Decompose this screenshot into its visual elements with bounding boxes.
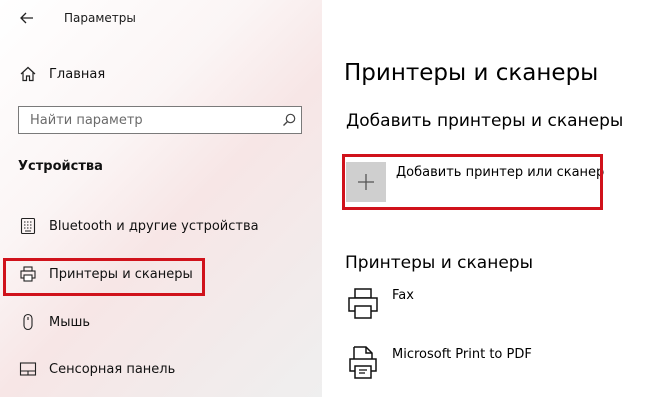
selection-highlight [3, 258, 205, 296]
mouse-icon [18, 312, 38, 332]
home-icon [18, 64, 38, 84]
touchpad-icon [18, 359, 38, 379]
search-input[interactable]: Найти параметр [18, 106, 302, 134]
printer-name[interactable]: Fax [392, 288, 414, 303]
sidebar-item-label: Сенсорная панель [49, 361, 176, 377]
section-title: Устройства [18, 159, 103, 174]
sidebar-item-label: Bluetooth и другие устройства [49, 218, 259, 234]
printer-name[interactable]: Microsoft Print to PDF [392, 347, 532, 362]
printers-section-title: Принтеры и сканеры [345, 253, 533, 273]
keyboard-icon [18, 216, 38, 236]
search-placeholder: Найти параметр [30, 113, 143, 128]
sidebar: Параметры Главная Найти параметр Устройс… [0, 0, 322, 397]
back-arrow-icon[interactable] [16, 7, 38, 29]
sidebar-item-mouse[interactable]: Мышь [0, 305, 322, 339]
add-printer-highlight [342, 154, 603, 210]
sidebar-item-touchpad[interactable]: Сенсорная панель [0, 352, 322, 386]
window-title: Параметры [64, 11, 136, 25]
sidebar-item-bluetooth[interactable]: Bluetooth и другие устройства [0, 209, 322, 243]
sidebar-item-home[interactable]: Главная [0, 57, 322, 91]
sidebar-item-label: Главная [49, 66, 106, 82]
pdf-printer-icon[interactable] [345, 345, 381, 381]
fax-printer-icon[interactable] [345, 286, 381, 322]
sidebar-item-label: Мышь [49, 314, 91, 330]
page-title: Принтеры и сканеры [344, 60, 599, 86]
add-section-title: Добавить принтеры и сканеры [346, 111, 624, 131]
search-icon[interactable] [281, 112, 297, 128]
